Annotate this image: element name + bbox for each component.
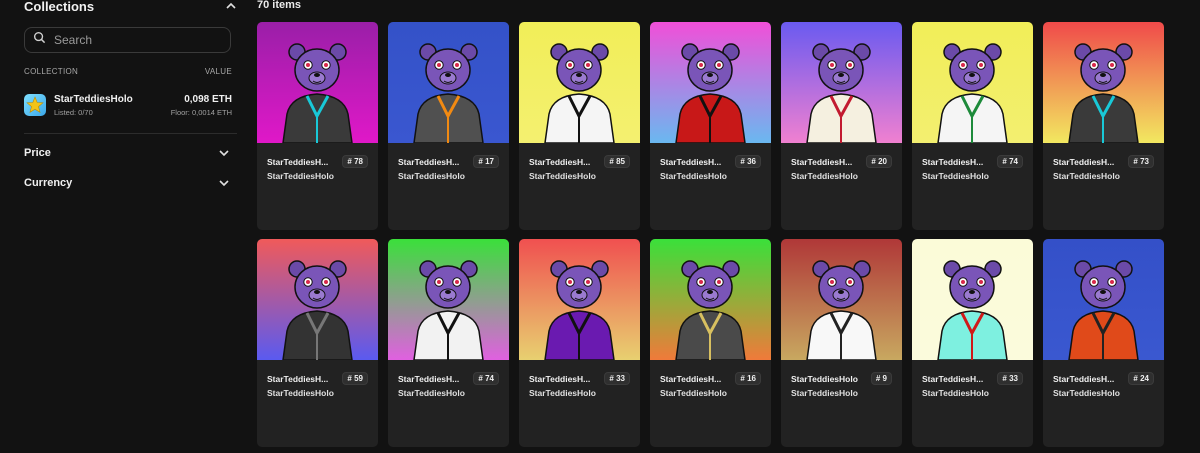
nft-image[interactable] [912,239,1033,360]
nft-grid: StarTeddiesH... # 78 StarTeddiesHolo Sta… [257,22,1164,447]
nft-name: StarTeddiesH... [1053,373,1115,384]
nft-name: StarTeddiesH... [1053,156,1115,167]
nft-collection-name: StarTeddiesHolo [529,171,596,181]
collections-header[interactable]: Collections [24,0,238,14]
collections-title: Collections [24,0,95,14]
nft-collection-name: StarTeddiesHolo [1053,171,1120,181]
nft-name: StarTeddiesH... [529,156,591,167]
nft-number-badge: # 74 [997,155,1023,168]
nft-number-badge: # 73 [1128,155,1154,168]
nft-card[interactable]: StarTeddiesH... # 16 StarTeddiesHolo [650,239,771,447]
chevron-down-icon[interactable] [217,176,231,190]
nft-number-badge: # 24 [1128,372,1154,385]
nft-image[interactable] [519,239,640,360]
nft-name: StarTeddiesH... [267,156,329,167]
collection-column-header: COLLECTION [24,67,79,76]
nft-number-badge: # 33 [604,372,630,385]
nft-card[interactable]: StarTeddiesH... # 59 StarTeddiesHolo [257,239,378,447]
items-count: 70 items [257,0,302,11]
collection-row[interactable]: StarTeddiesHolo Listed: 0/70 0,098 ETH F… [24,90,238,120]
nft-card[interactable]: StarTeddiesH... # 74 StarTeddiesHolo [388,239,509,447]
nft-card[interactable]: StarTeddiesH... # 33 StarTeddiesHolo [519,239,640,447]
nft-card[interactable]: StarTeddiesH... # 78 StarTeddiesHolo [257,22,378,230]
price-filter[interactable]: Price [24,146,237,160]
collection-floor: Floor: 0,0014 ETH [170,107,232,117]
nft-image[interactable] [1043,22,1164,143]
nft-card[interactable]: StarTeddiesH... # 73 StarTeddiesHolo [1043,22,1164,230]
nft-image[interactable] [781,22,902,143]
nft-card[interactable]: StarTeddiesH... # 36 StarTeddiesHolo [650,22,771,230]
nft-number-badge: # 36 [735,155,761,168]
nft-number-badge: # 85 [604,155,630,168]
collection-listed: Listed: 0/70 [54,107,93,117]
nft-collection-name: StarTeddiesHolo [267,388,334,398]
nft-collection-name: StarTeddiesHolo [529,388,596,398]
nft-card[interactable]: StarTeddiesH... # 33 StarTeddiesHolo [912,239,1033,447]
nft-collection-name: StarTeddiesHolo [398,388,465,398]
nft-name: StarTeddiesHolo [791,373,858,384]
nft-collection-name: StarTeddiesHolo [1053,388,1120,398]
value-column-header: VALUE [204,67,232,76]
nft-image[interactable] [650,22,771,143]
collection-table-header: COLLECTION VALUE [24,67,238,76]
nft-image[interactable] [519,22,640,143]
nft-collection-name: StarTeddiesHolo [791,171,858,181]
nft-name: StarTeddiesH... [660,156,722,167]
nft-number-badge: # 59 [342,372,368,385]
nft-collection-name: StarTeddiesHolo [922,388,989,398]
sidebar: Collections COLLECTION VALUE StarTeddies… [0,0,250,453]
divider [24,133,237,134]
nft-image[interactable] [257,239,378,360]
nft-collection-name: StarTeddiesHolo [660,171,727,181]
price-filter-label: Price [24,147,51,159]
nft-collection-name: StarTeddiesHolo [398,171,465,181]
nft-number-badge: # 20 [866,155,892,168]
nft-collection-name: StarTeddiesHolo [660,388,727,398]
nft-name: StarTeddiesH... [529,373,591,384]
nft-number-badge: # 17 [473,155,499,168]
nft-card[interactable]: StarTeddiesH... # 85 StarTeddiesHolo [519,22,640,230]
nft-card[interactable]: StarTeddiesH... # 17 StarTeddiesHolo [388,22,509,230]
nft-name: StarTeddiesH... [922,373,984,384]
nft-image[interactable] [650,239,771,360]
nft-name: StarTeddiesH... [398,156,460,167]
nft-name: StarTeddiesH... [922,156,984,167]
nft-image[interactable] [388,239,509,360]
nft-name: StarTeddiesH... [398,373,460,384]
chevron-down-icon[interactable] [217,146,231,160]
nft-card[interactable]: StarTeddiesH... # 24 StarTeddiesHolo [1043,239,1164,447]
search-icon [33,31,46,49]
nft-number-badge: # 33 [997,372,1023,385]
search-box[interactable] [24,27,231,53]
nft-image[interactable] [1043,239,1164,360]
nft-card[interactable]: StarTeddiesHolo # 9 StarTeddiesHolo [781,239,902,447]
nft-card[interactable]: StarTeddiesH... # 20 StarTeddiesHolo [781,22,902,230]
nft-name: StarTeddiesH... [267,373,329,384]
nft-name: StarTeddiesH... [660,373,722,384]
nft-collection-name: StarTeddiesHolo [267,171,334,181]
search-input[interactable] [54,33,214,47]
nft-number-badge: # 9 [870,372,892,385]
currency-filter[interactable]: Currency [24,176,237,190]
nft-image[interactable] [257,22,378,143]
collection-name: StarTeddiesHolo [54,93,133,105]
nft-number-badge: # 74 [473,372,499,385]
nft-image[interactable] [912,22,1033,143]
nft-image[interactable] [781,239,902,360]
nft-number-badge: # 16 [735,372,761,385]
currency-filter-label: Currency [24,177,73,189]
nft-number-badge: # 78 [342,155,368,168]
nft-collection-name: StarTeddiesHolo [922,171,989,181]
collection-value: 0,098 ETH [184,93,232,105]
nft-card[interactable]: StarTeddiesH... # 74 StarTeddiesHolo [912,22,1033,230]
chevron-up-icon[interactable] [224,0,238,13]
nft-collection-name: StarTeddiesHolo [791,388,858,398]
collection-logo [24,94,46,116]
nft-name: StarTeddiesH... [791,156,853,167]
nft-image[interactable] [388,22,509,143]
